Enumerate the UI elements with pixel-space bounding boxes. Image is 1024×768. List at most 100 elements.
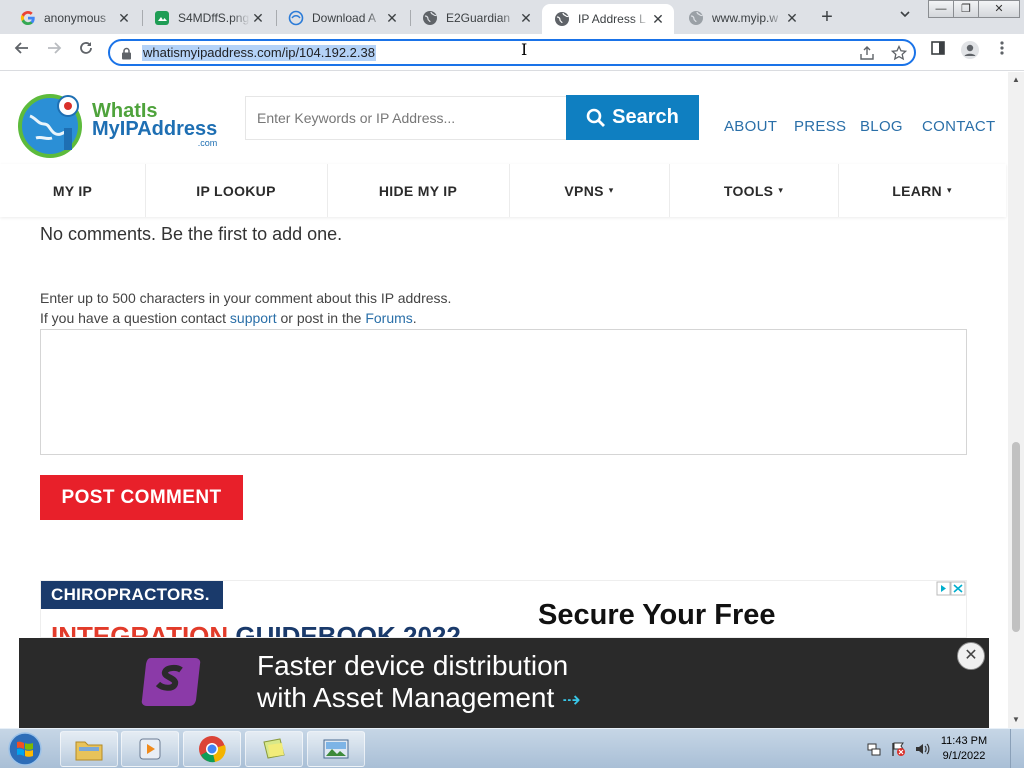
lock-icon[interactable]	[121, 47, 132, 65]
sticky-footer-ad[interactable]: Faster device distribution with Asset Ma…	[19, 638, 989, 728]
browser-tab[interactable]: S4MDffS.png ✕	[142, 4, 274, 32]
forums-link[interactable]: Forums	[365, 310, 412, 326]
dropdown-caret-icon: ▾	[608, 185, 614, 195]
post-comment-button[interactable]: POST COMMENT	[40, 475, 243, 520]
back-arrow-icon[interactable]	[10, 40, 34, 64]
close-icon[interactable]: ✕	[650, 11, 666, 27]
close-icon[interactable]: ✕	[250, 10, 266, 26]
image-icon	[154, 10, 170, 26]
search-button-label: Search	[612, 106, 679, 128]
scroll-down-arrow-icon[interactable]: ▼	[1008, 712, 1024, 728]
ad-line-2: with Asset Management ⇢	[257, 682, 581, 713]
text-cursor-icon: I	[521, 40, 528, 59]
ad-line-1: Faster device distribution	[257, 650, 569, 681]
globe-icon	[422, 10, 438, 26]
close-icon[interactable]: ✕	[518, 10, 534, 26]
brand-logo-icon	[141, 658, 201, 706]
start-button[interactable]	[6, 732, 44, 766]
new-tab-button[interactable]: +	[816, 6, 838, 28]
ad-cta-text: Secure Your Free	[538, 599, 776, 631]
download-site-icon	[288, 10, 304, 26]
tab-title: www.myip.w	[712, 11, 779, 25]
browser-tab[interactable]: E2Guardian ✕	[410, 4, 542, 32]
ip-search-input[interactable]: Enter Keywords or IP Address...	[245, 96, 567, 140]
tab-search-chevron-icon[interactable]	[896, 8, 914, 26]
press-link[interactable]: PRESS	[794, 118, 846, 135]
comment-help-line: If you have a question contact support o…	[40, 310, 417, 326]
browser-toolbar: whatismyipaddress.com/ip/104.192.2.38	[0, 34, 1024, 71]
side-panel-icon[interactable]	[926, 40, 950, 64]
globe-icon	[554, 11, 570, 27]
more-menu-icon[interactable]	[990, 40, 1014, 64]
browser-tab[interactable]: anonymous ✕	[8, 4, 140, 32]
image-viewer-icon	[323, 739, 349, 759]
no-comments-message: No comments. Be the first to add one.	[40, 224, 343, 244]
profile-avatar-icon[interactable]	[958, 40, 982, 64]
nav-learn[interactable]: LEARN ▾	[838, 164, 1006, 217]
search-button[interactable]: Search	[566, 95, 699, 140]
scrollbar-thumb[interactable]	[1012, 442, 1020, 632]
browser-tab-active[interactable]: IP Address L ✕	[542, 4, 674, 34]
restore-button[interactable]: ❐	[953, 0, 979, 18]
tab-title: IP Address L	[578, 12, 646, 26]
ad-close-button[interactable]: ✕	[957, 642, 985, 670]
action-center-flag-icon[interactable]	[890, 741, 906, 757]
tab-title: Download A	[312, 11, 377, 25]
taskbar-chrome-button[interactable]	[183, 731, 241, 767]
taskbar-notes-button[interactable]	[245, 731, 303, 767]
taskbar-image-viewer-button[interactable]	[307, 731, 365, 767]
comment-textarea[interactable]	[40, 329, 967, 455]
network-tray-icon[interactable]	[866, 741, 882, 757]
address-bar[interactable]: whatismyipaddress.com/ip/104.192.2.38	[108, 39, 916, 66]
close-icon[interactable]: ✕	[784, 10, 800, 26]
advertisement-banner[interactable]: CHIROPRACTORS. INTEGRATION GUIDEBOOK 202…	[40, 580, 967, 638]
system-clock[interactable]: 11:43 PM 9/1/2022	[934, 734, 994, 764]
folder-icon	[75, 741, 103, 761]
page-viewport: WhatIs MyIPAddress .com Enter Keywords o…	[0, 72, 1008, 728]
scroll-up-arrow-icon[interactable]: ▲	[1008, 72, 1024, 88]
clock-date: 9/1/2022	[942, 750, 986, 762]
close-icon[interactable]: ✕	[116, 10, 132, 26]
share-icon[interactable]	[858, 45, 876, 63]
chrome-icon	[199, 736, 226, 763]
sticky-notes-icon	[263, 738, 285, 759]
dropdown-caret-icon: ▾	[778, 185, 784, 195]
show-desktop-button[interactable]	[1010, 729, 1024, 768]
comment-instructions: Enter up to 500 characters in your comme…	[40, 290, 452, 306]
minimize-button[interactable]: —	[928, 0, 954, 18]
url-text[interactable]: whatismyipaddress.com/ip/104.192.2.38	[142, 45, 376, 61]
google-icon	[20, 10, 36, 26]
blog-link[interactable]: BLOG	[860, 118, 903, 135]
globe-logo-icon	[18, 94, 82, 158]
ad-badge: CHIROPRACTORS.	[41, 581, 223, 609]
browser-tab[interactable]: www.myip.w ✕	[676, 4, 808, 32]
nav-hide-my-ip[interactable]: HIDE MY IP	[327, 164, 509, 217]
globe-icon	[688, 10, 704, 26]
nav-tools[interactable]: TOOLS ▾	[669, 164, 838, 217]
clock-time: 11:43 PM	[940, 735, 988, 747]
contact-link[interactable]: CONTACT	[922, 118, 995, 135]
nav-ip-lookup[interactable]: IP LOOKUP	[145, 164, 327, 217]
main-navigation: MY IP IP LOOKUP HIDE MY IP VPNS ▾ TOOLS ▾ …	[0, 164, 1006, 217]
close-icon[interactable]: ✕	[384, 10, 400, 26]
ad-headline: INTEGRATION GUIDEBOOK 2022	[51, 621, 461, 638]
window-close-button[interactable]: ✕	[978, 0, 1020, 18]
tab-title: E2Guardian	[446, 11, 511, 25]
adchoices-icon[interactable]	[936, 581, 966, 596]
site-logo[interactable]: WhatIs MyIPAddress .com	[16, 90, 226, 160]
search-icon	[586, 108, 606, 127]
browser-tab[interactable]: Download A ✕	[276, 4, 408, 32]
page-scrollbar[interactable]: ▲ ▼	[1008, 72, 1024, 728]
reload-icon[interactable]	[74, 40, 98, 64]
taskbar-media-player-button[interactable]	[121, 731, 179, 767]
nav-vpns[interactable]: VPNS ▾	[509, 164, 669, 217]
nav-my-ip[interactable]: MY IP	[0, 164, 145, 217]
bookmark-star-icon[interactable]	[890, 44, 908, 63]
about-link[interactable]: ABOUT	[724, 118, 777, 135]
media-player-icon	[139, 738, 161, 760]
logo-wordmark: WhatIs MyIPAddress .com	[92, 100, 218, 148]
taskbar-explorer-button[interactable]	[60, 731, 118, 767]
volume-icon[interactable]	[914, 741, 930, 757]
forward-arrow-icon[interactable]	[42, 40, 66, 64]
support-link[interactable]: support	[230, 310, 277, 326]
